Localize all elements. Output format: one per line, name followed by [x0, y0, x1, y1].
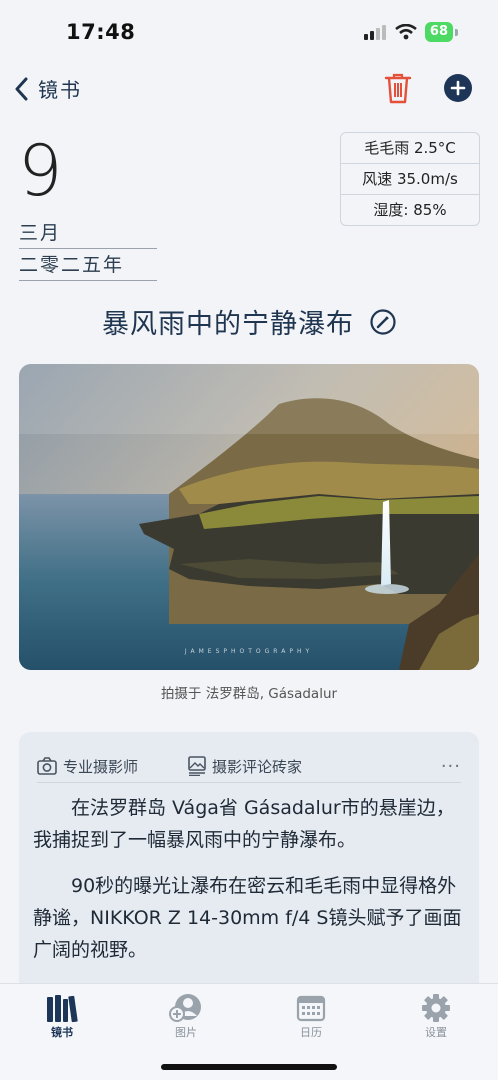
calendar-icon [296, 995, 326, 1022]
tab-settings[interactable]: 设置 [396, 992, 476, 1040]
photo-review-icon [188, 756, 206, 776]
edit-icon[interactable] [370, 308, 396, 335]
cellular-signal-icon [363, 25, 386, 40]
day-number: 9 [18, 130, 63, 212]
add-entry-button[interactable] [444, 74, 472, 102]
entry-title-row: 暴风雨中的宁静瀑布 [0, 302, 498, 341]
back-button[interactable]: 镜书 [14, 74, 82, 103]
tab-settings-label: 设置 [425, 1026, 447, 1039]
entry-paragraph-1: 在法罗群岛 Vága省 Gásadalur市的悬崖边，我捕捉到了一幅暴风雨中的宁… [33, 797, 455, 851]
delete-button[interactable] [384, 72, 412, 108]
tab-calendar[interactable]: 日历 [271, 992, 351, 1040]
wifi-icon [395, 24, 417, 40]
books-icon [47, 995, 78, 1023]
waterfall-photo: JAMESPHOTOGRAPHY [19, 364, 479, 670]
entry-card: 专业摄影师 摄影评论砖家 ··· 在法罗群岛 Vága省 Gásadalur市的… [19, 732, 479, 992]
trash-icon [384, 73, 412, 104]
photo-caption: 拍摄于 法罗群岛, Gásadalur [160, 686, 338, 702]
month-label: 三月 [19, 218, 157, 249]
add-photo-icon [169, 994, 201, 1022]
weather-wind: 风速 35.0m/s [341, 164, 479, 195]
tab-books-label: 镜书 [51, 1026, 73, 1039]
persona-professional[interactable]: 专业摄影师 [37, 756, 138, 777]
more-options-button[interactable]: ··· [441, 756, 461, 777]
year-label: 二零二五年 [19, 250, 157, 281]
weather-condition: 毛毛雨 2.5°C [341, 133, 479, 164]
home-indicator[interactable] [161, 1064, 337, 1070]
tab-photos[interactable]: 图片 [146, 992, 226, 1040]
weather-box: 毛毛雨 2.5°C 风速 35.0m/s 湿度: 85% [340, 132, 480, 226]
gear-icon [422, 994, 450, 1022]
chevron-left-icon [15, 77, 28, 100]
weather-humidity: 湿度: 85% [373, 201, 447, 219]
tab-books[interactable]: 镜书 [22, 992, 102, 1040]
tag2-label: 摄影评论砖家 [212, 757, 303, 776]
entry-paragraph-2: 90秒的曝光让瀑布在密云和毛毛雨中显得格外静谧，NIKKOR Z 14-30mm… [33, 875, 462, 961]
status-icons: 68 [363, 22, 458, 42]
entry-title: 暴风雨中的宁静瀑布 [102, 309, 354, 340]
camera-icon [37, 757, 57, 775]
back-label: 镜书 [38, 78, 82, 102]
battery-level: 68 [424, 22, 453, 42]
status-time: 17:48 [66, 20, 136, 44]
tab-photos-label: 图片 [175, 1026, 197, 1039]
persona-critic[interactable]: 摄影评论砖家 [188, 756, 302, 777]
entry-photo[interactable]: JAMESPHOTOGRAPHY [19, 364, 479, 670]
plus-icon [450, 80, 466, 96]
photo-watermark: JAMESPHOTOGRAPHY [184, 648, 313, 655]
tab-calendar-label: 日历 [300, 1026, 322, 1039]
card-header: 专业摄影师 摄影评论砖家 ··· [37, 750, 461, 783]
battery-cap [455, 28, 458, 36]
tag1-label: 专业摄影师 [63, 757, 139, 776]
